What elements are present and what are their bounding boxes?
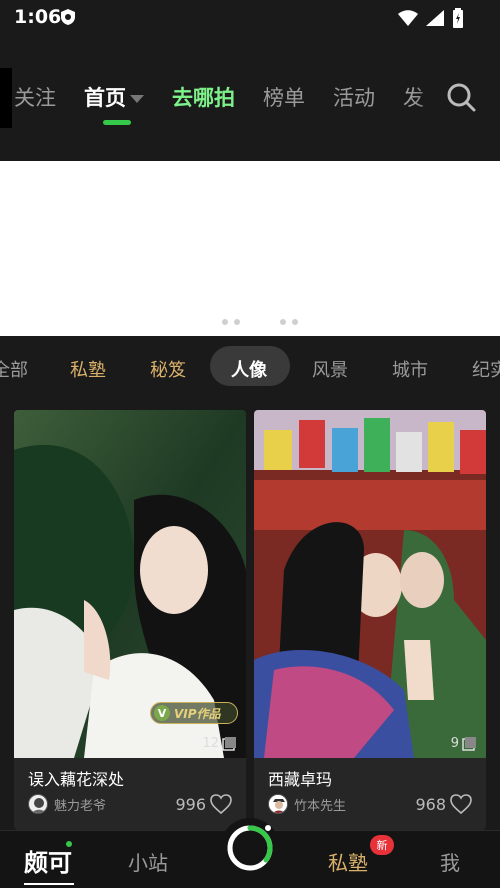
card-photo[interactable] xyxy=(254,410,486,758)
nav-tabs: 关注 首页 去哪拍 榜单 活动 发 xyxy=(14,82,452,118)
vip-label: VIP作品 xyxy=(174,706,221,721)
work-card[interactable]: 9 西藏卓玛 竹本先生 968 xyxy=(254,410,486,830)
tab-home-label: 首页 xyxy=(84,86,126,110)
tab-me[interactable]: 我 xyxy=(440,847,460,876)
tab-private-school[interactable]: 私塾 xyxy=(328,847,368,876)
category-landscape[interactable]: 风景 xyxy=(312,356,348,382)
tab-station[interactable]: 小站 xyxy=(128,847,168,876)
pagination-dot xyxy=(234,319,240,325)
gallery-icon xyxy=(222,736,236,751)
card-title[interactable]: 误入藕花深处 xyxy=(28,766,124,790)
status-bar: 1:06 xyxy=(0,0,500,34)
status-icons xyxy=(398,8,464,28)
camera-ring-icon xyxy=(227,825,273,871)
pagination-dot xyxy=(292,319,298,325)
status-time: 1:06 xyxy=(14,6,62,28)
work-card[interactable]: V VIP作品 12 误入藕花深处 魅力老爷 996 xyxy=(14,410,246,830)
capture-button[interactable] xyxy=(220,818,280,878)
app-root: 1:06 关注 首页 去哪拍 榜单 活动 发 xyxy=(0,0,500,888)
like-count: 968 xyxy=(415,794,446,814)
battery-icon xyxy=(453,8,463,28)
active-tab-indicator xyxy=(103,120,131,125)
category-city[interactable]: 城市 xyxy=(392,356,428,382)
like-button[interactable]: 968 xyxy=(415,794,472,814)
like-count: 996 xyxy=(175,794,206,814)
category-all[interactable]: 全部 xyxy=(0,356,28,382)
tab-follow[interactable]: 关注 xyxy=(14,82,56,118)
image-count: 9 xyxy=(451,736,476,751)
new-badge: 新 xyxy=(370,835,394,855)
top-nav: 关注 首页 去哪拍 榜单 活动 发 xyxy=(0,62,500,132)
pagination-dot xyxy=(280,319,286,325)
category-portrait[interactable]: 人像 xyxy=(231,356,267,382)
search-icon[interactable] xyxy=(446,82,476,112)
author-name: 魅力老爷 xyxy=(54,798,107,814)
image-count-value: 9 xyxy=(450,736,459,751)
signal-icon xyxy=(426,10,444,26)
vip-badge: V VIP作品 xyxy=(150,702,238,724)
category-documentary[interactable]: 纪实 xyxy=(472,356,500,382)
category-secrets[interactable]: 秘笈 xyxy=(150,356,186,382)
image-count-value: 12 xyxy=(202,736,219,751)
avatar xyxy=(268,794,288,814)
active-tab-underline xyxy=(24,883,74,885)
shield-icon xyxy=(61,9,75,25)
tab-rankings[interactable]: 榜单 xyxy=(263,82,305,118)
author-name: 竹本先生 xyxy=(294,798,347,814)
gallery-icon xyxy=(462,736,476,751)
logo-dot xyxy=(66,841,72,847)
banner[interactable] xyxy=(0,161,500,336)
image-count: 12 xyxy=(202,736,236,751)
tab-where-to-shoot[interactable]: 去哪拍 xyxy=(172,82,235,118)
category-private[interactable]: 私塾 xyxy=(70,356,106,382)
category-tabs: 全部 私塾 秘笈 人像 风景 城市 纪实 xyxy=(0,336,500,398)
nav-edge xyxy=(0,68,12,128)
banner-pagination xyxy=(222,319,298,325)
heart-icon xyxy=(210,794,232,814)
avatar xyxy=(28,794,48,814)
card-author[interactable]: 魅力老爷 xyxy=(28,794,106,814)
vip-icon: V xyxy=(154,705,170,721)
tab-home-logo[interactable]: 颇可 xyxy=(24,843,72,878)
like-button[interactable]: 996 xyxy=(175,794,232,814)
chevron-down-icon xyxy=(130,95,144,103)
card-author[interactable]: 竹本先生 xyxy=(268,794,346,814)
wifi-icon xyxy=(398,10,418,26)
pagination-dot xyxy=(222,319,228,325)
tab-home[interactable]: 首页 xyxy=(84,82,144,118)
card-title[interactable]: 西藏卓玛 xyxy=(268,766,332,790)
tab-events[interactable]: 活动 xyxy=(333,82,375,118)
heart-icon xyxy=(450,794,472,814)
